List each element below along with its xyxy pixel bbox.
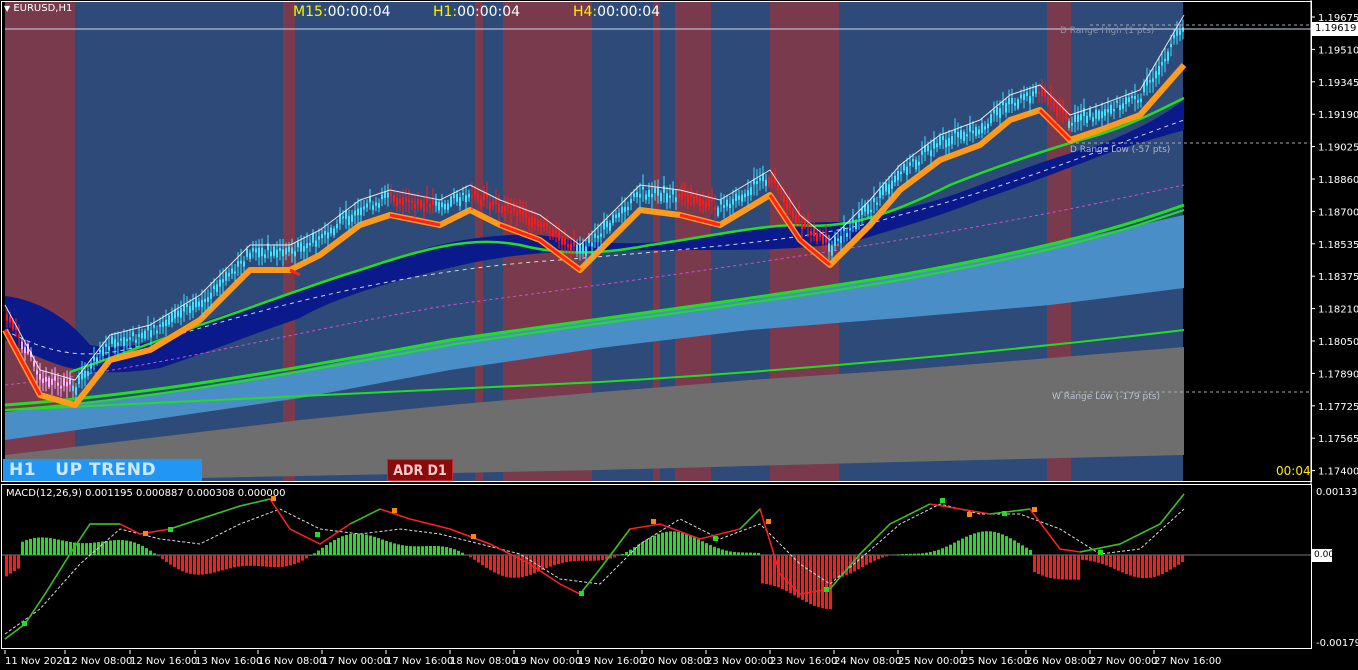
bar-countdown: 00:04 bbox=[1276, 464, 1311, 478]
price-tick-label: 1.17725 bbox=[1318, 402, 1358, 413]
time-tick-label: 19 Nov 16:00 bbox=[578, 656, 645, 667]
time-tick-label: 17 Nov 16:00 bbox=[386, 656, 453, 667]
time-tick-label: 27 Nov 16:00 bbox=[1154, 656, 1221, 667]
macd-subwindow[interactable]: 0.001337 -0.001798 bbox=[0, 484, 1358, 650]
dropdown-triangle-icon[interactable]: ▼ bbox=[4, 4, 10, 13]
time-tick-label: 11 Nov 2020 bbox=[5, 656, 69, 667]
price-tick-label: 1.17890 bbox=[1318, 369, 1358, 380]
time-tick-label: 12 Nov 08:00 bbox=[65, 656, 132, 667]
time-tick-label: 18 Nov 08:00 bbox=[450, 656, 517, 667]
time-tick-label: 23 Nov 00:00 bbox=[706, 656, 773, 667]
price-tick-label: 1.17565 bbox=[1318, 434, 1358, 445]
range-low-w-label: W Range Low (-179 pts) bbox=[1052, 392, 1160, 402]
time-tick-label: 25 Nov 16:00 bbox=[962, 656, 1029, 667]
price-tick-label: 1.19025 bbox=[1318, 143, 1358, 154]
time-tick-label: 20 Nov 08:00 bbox=[642, 656, 709, 667]
price-tick-label: 1.18210 bbox=[1318, 305, 1358, 316]
range-low-d-label: D Range Low (-57 pts) bbox=[1070, 145, 1170, 155]
timer-h1: H1:00:00:04 bbox=[433, 4, 521, 20]
price-tick-label: 1.18860 bbox=[1318, 175, 1358, 186]
macd-axis-max: 0.001337 bbox=[1316, 487, 1358, 498]
adr-d1-button[interactable]: ADR D1 bbox=[387, 459, 453, 481]
price-axis: 1.196751.195101.193451.191901.190251.188… bbox=[1311, 13, 1358, 478]
time-tick-label: 19 Nov 00:00 bbox=[514, 656, 581, 667]
time-tick-label: 26 Nov 08:00 bbox=[1026, 656, 1093, 667]
time-tick-label: 24 Nov 08:00 bbox=[834, 656, 901, 667]
time-tick-label: 12 Nov 16:00 bbox=[130, 656, 197, 667]
time-tick-label: 23 Nov 16:00 bbox=[770, 656, 837, 667]
macd-zero-tag: 0.00 bbox=[1312, 549, 1335, 562]
symbol-label: ▼ EURUSD,H1 bbox=[4, 3, 72, 14]
current-price-tag: 1.19619 bbox=[1312, 22, 1358, 36]
time-tick-label: 16 Nov 08:00 bbox=[258, 656, 325, 667]
price-tick-label: 1.19190 bbox=[1318, 110, 1358, 121]
symbol-name: EURUSD,H1 bbox=[13, 3, 73, 14]
trend-badge: H1 UP TREND bbox=[3, 459, 202, 481]
time-axis: 11 Nov 202012 Nov 08:0012 Nov 16:0013 No… bbox=[0, 650, 1358, 670]
timer-m15: M15:00:00:04 bbox=[293, 4, 391, 20]
time-tick-label: 13 Nov 16:00 bbox=[195, 656, 262, 667]
macd-indicator-label: MACD(12,26,9) 0.001195 0.000887 0.000308… bbox=[6, 488, 286, 499]
time-tick-label: 25 Nov 00:00 bbox=[898, 656, 965, 667]
price-tick-label: 1.18375 bbox=[1318, 272, 1358, 283]
time-tick-label: 27 Nov 00:00 bbox=[1090, 656, 1157, 667]
macd-axis-min: -0.001798 bbox=[1316, 638, 1358, 649]
range-high-label: D Range High (1 pts) bbox=[1060, 26, 1154, 36]
price-tick-label: 1.17400 bbox=[1318, 467, 1358, 478]
price-tick-label: 1.19510 bbox=[1318, 45, 1358, 56]
price-tick-label: 1.19345 bbox=[1318, 78, 1358, 89]
price-tick-label: 1.18050 bbox=[1318, 337, 1358, 348]
price-tick-label: 1.18535 bbox=[1318, 240, 1358, 251]
timer-h4: H4:00:00:04 bbox=[573, 4, 661, 20]
main-price-chart[interactable]: D Range High (1 pts) D Range Low (-57 pt… bbox=[0, 0, 1358, 484]
price-tick-label: 1.18700 bbox=[1318, 207, 1358, 218]
time-tick-label: 17 Nov 00:00 bbox=[322, 656, 389, 667]
